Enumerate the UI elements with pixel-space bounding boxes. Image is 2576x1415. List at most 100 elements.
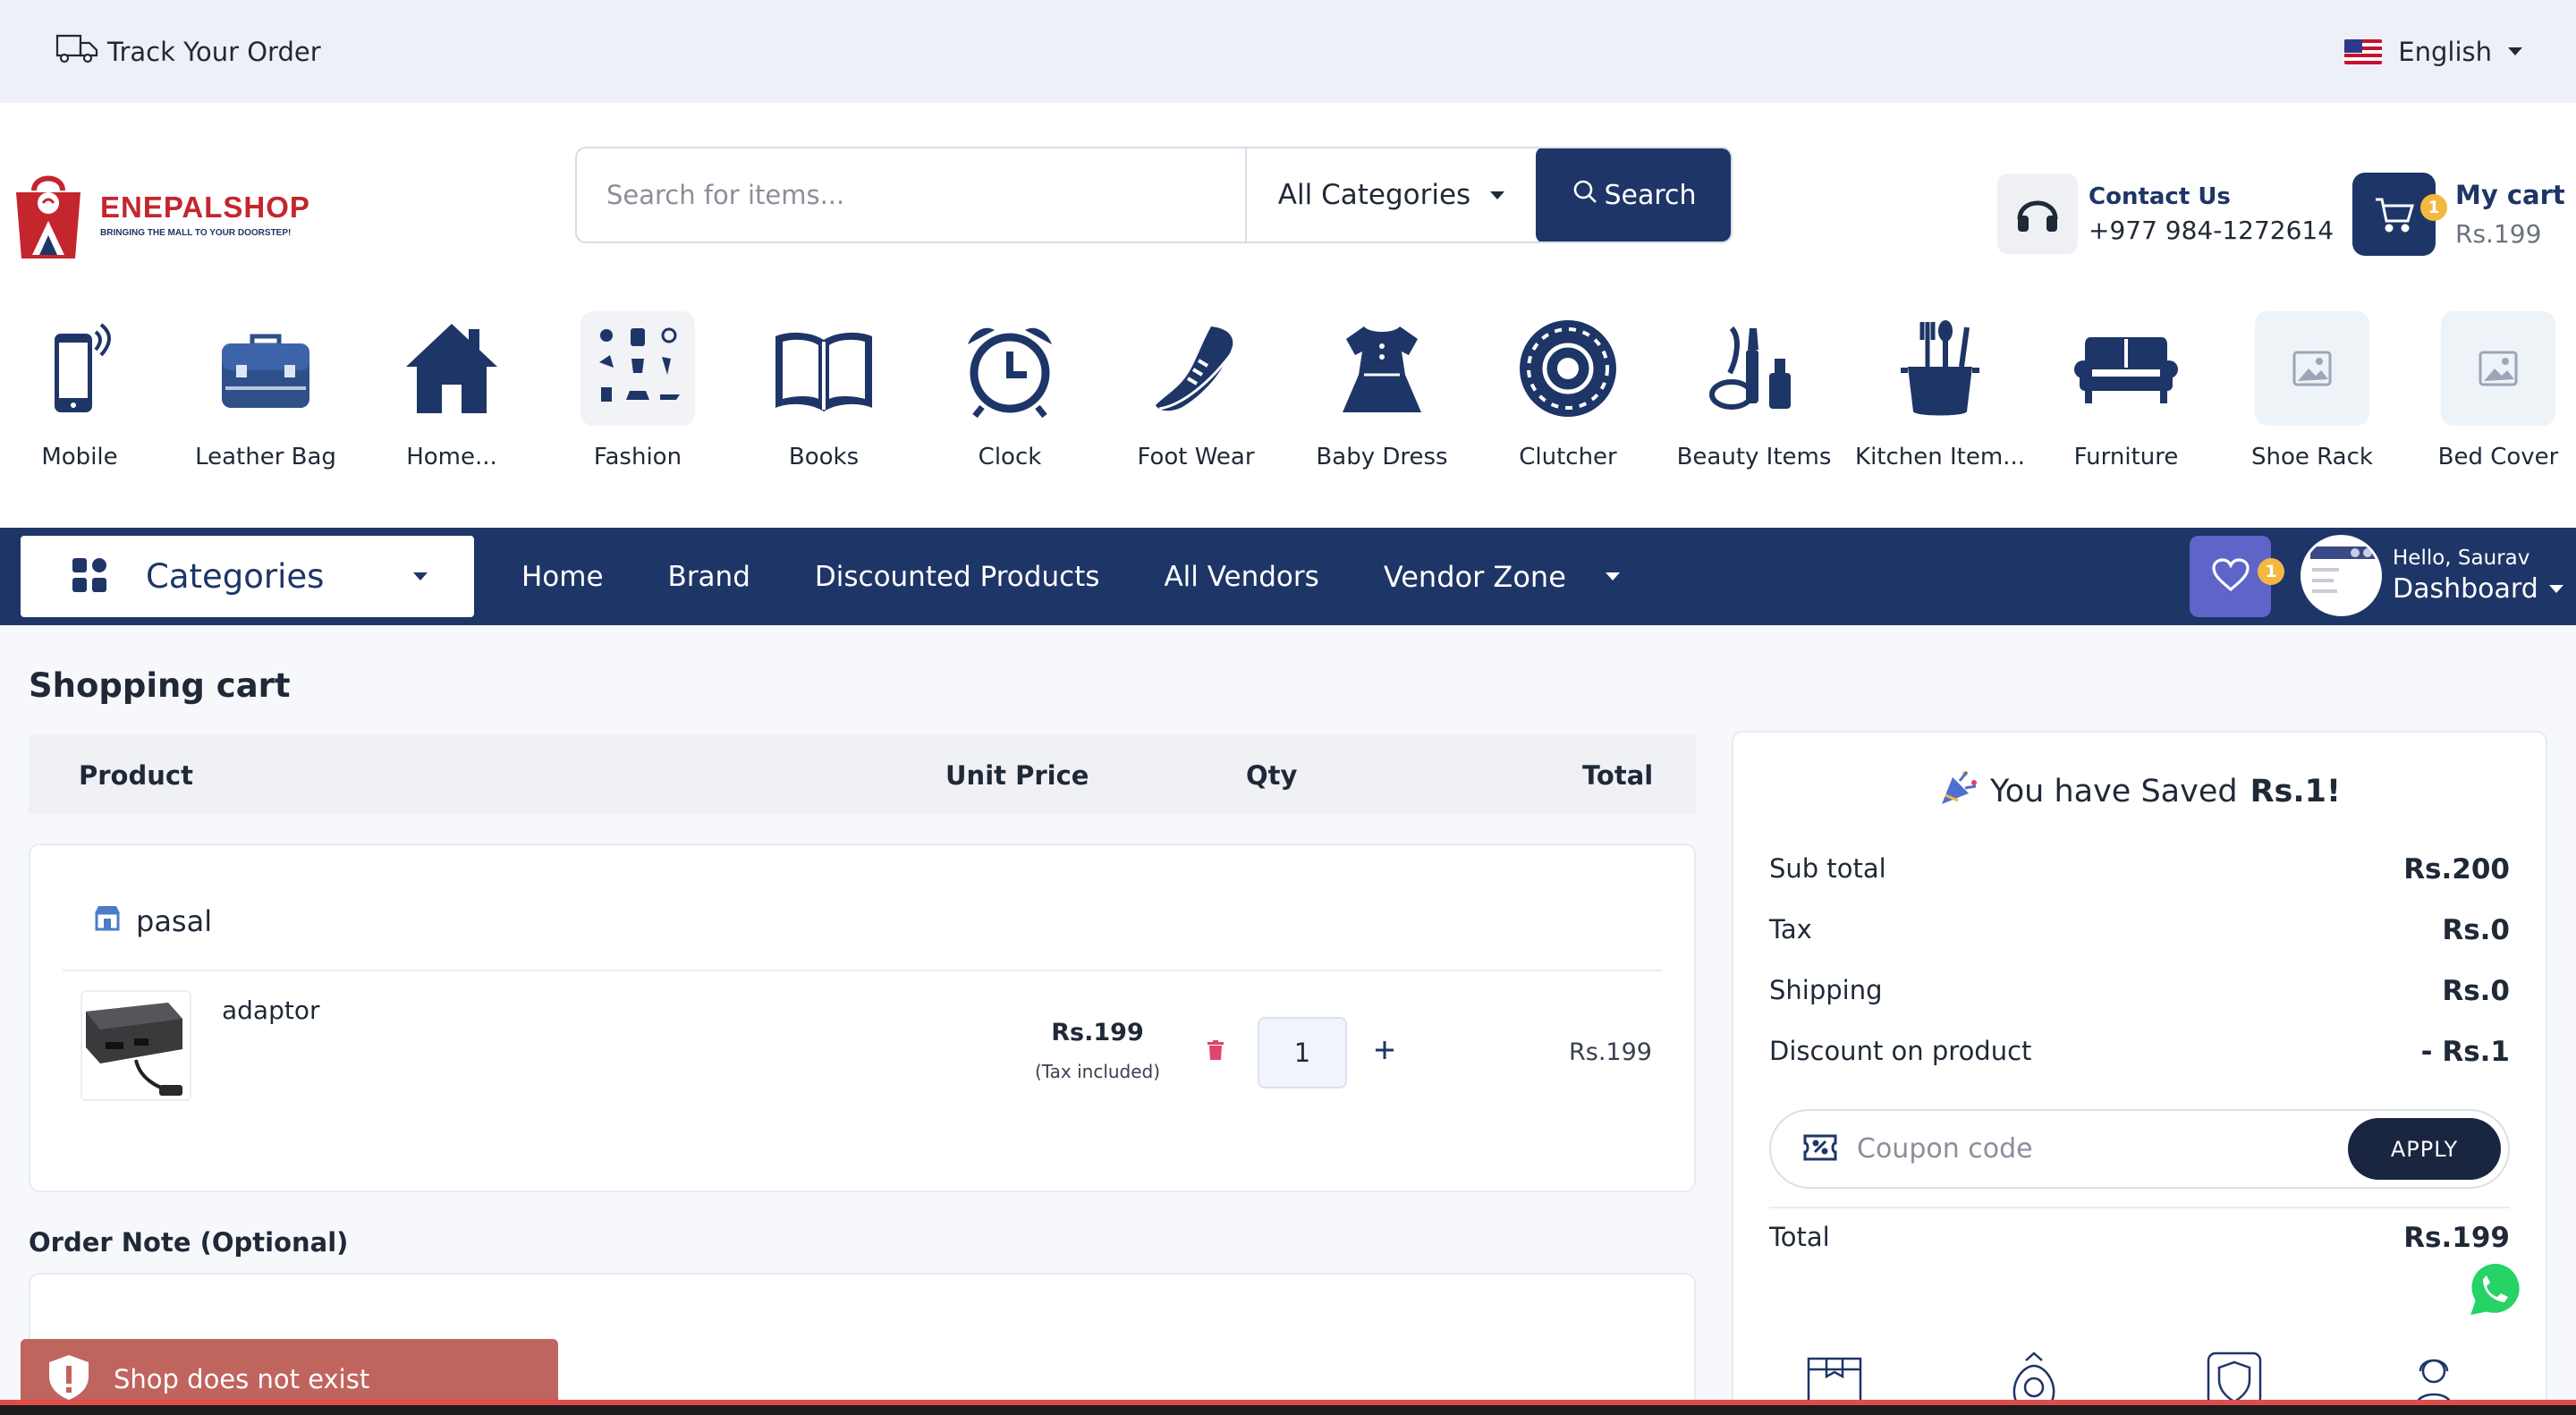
categories-dropdown-button[interactable]: Categories (21, 536, 474, 617)
savings-amount: Rs.1! (2250, 773, 2341, 809)
search-button[interactable]: Search (1536, 148, 1731, 241)
search-input[interactable] (577, 148, 1245, 241)
category-item-home[interactable]: Home... (359, 311, 545, 470)
category-item-fashion[interactable]: Fashion (545, 311, 731, 470)
header: ENEPALSHOP BRINGING THE MALL TO YOUR DOO… (0, 103, 2576, 528)
cart-table-header: Product Unit Price Qty Total (29, 735, 1696, 814)
remove-item-button[interactable] (1208, 1040, 1224, 1063)
book-icon (767, 311, 881, 426)
coupon-input[interactable]: Coupon code (1857, 1133, 2348, 1165)
vendor-zone-dropdown[interactable]: Vendor Zone (1384, 560, 1620, 594)
summary-label: Tax (1769, 914, 1812, 945)
category-label: Home... (406, 444, 497, 470)
whatsapp-chat-button[interactable] (2456, 1254, 2531, 1329)
category-select[interactable]: All Categories (1245, 148, 1536, 241)
wishlist-button[interactable]: 1 (2190, 536, 2284, 617)
summary-row-shipping: Shipping Rs.0 (1769, 975, 2510, 1007)
heart-icon (2211, 557, 2250, 597)
nav-link-home[interactable]: Home (521, 561, 604, 593)
category-label: Leather Bag (195, 444, 336, 470)
search-bar: All Categories Search (575, 147, 1733, 243)
nav-link-brand[interactable]: Brand (668, 561, 750, 593)
page-title: Shopping cart (29, 666, 291, 705)
category-item-shoe-rack[interactable]: Shoe Rack (2219, 311, 2405, 470)
apply-coupon-button[interactable]: APPLY (2348, 1118, 2501, 1180)
category-item-furniture[interactable]: Furniture (2033, 311, 2219, 470)
shield-alert-icon (47, 1353, 90, 1406)
summary-row-total: Total Rs.199 (1769, 1222, 2510, 1254)
product-name[interactable]: adaptor (222, 996, 319, 1025)
kitchen-utensils-icon (1883, 311, 1997, 426)
summary-label: Shipping (1769, 975, 1883, 1005)
category-item-clutcher[interactable]: Clutcher (1475, 311, 1661, 470)
increase-quantity-button[interactable] (1374, 1029, 1395, 1069)
my-cart[interactable]: 1 My cart Rs.199 (2352, 173, 2565, 256)
language-label: English (2398, 36, 2492, 67)
brand-name: ENEPALSHOP (100, 190, 310, 224)
total-label: Total (1769, 1222, 1830, 1252)
track-order-link[interactable]: Track Your Order (54, 30, 321, 72)
contact-us[interactable]: Contact Us +977 984-1272614 (1997, 174, 2334, 254)
quantity-input[interactable]: 1 (1258, 1017, 1347, 1089)
trash-icon (1208, 1040, 1224, 1063)
summary-row-discount: Discount on product - Rs.1 (1769, 1036, 2510, 1068)
category-label: Books (788, 444, 860, 470)
user-dashboard-menu[interactable]: Hello, Saurav Dashboard (2301, 535, 2563, 616)
divider (1769, 1207, 2510, 1208)
nav-link-all-vendors[interactable]: All Vendors (1164, 561, 1318, 593)
user-greeting: Hello, Saurav (2393, 547, 2530, 570)
image-placeholder-icon (2255, 311, 2369, 426)
category-label: Baby Dress (1316, 444, 1448, 470)
category-label: Foot Wear (1137, 444, 1255, 470)
cart-icon: 1 (2352, 173, 2447, 256)
search-button-label: Search (1604, 179, 1697, 211)
column-header-unit-price: Unit Price (945, 760, 1089, 791)
contact-phone: +977 984-1272614 (2089, 215, 2334, 245)
dress-icon (1325, 311, 1439, 426)
category-item-books[interactable]: Books (731, 311, 917, 470)
category-item-beauty-items[interactable]: Beauty Items (1661, 311, 1847, 470)
summary-value: Rs.0 (2442, 975, 2510, 1007)
summary-value: Rs.200 (2403, 853, 2510, 885)
summary-row-tax: Tax Rs.0 (1769, 914, 2510, 946)
image-placeholder-icon (2441, 311, 2555, 426)
headset-icon (1997, 174, 2078, 254)
language-selector[interactable]: English (2344, 37, 2522, 67)
product-image-adaptor[interactable] (80, 990, 191, 1101)
fashion-icon (580, 311, 695, 426)
summary-row-subtotal: Sub total Rs.200 (1769, 853, 2510, 885)
home-icon (394, 311, 509, 426)
clutcher-icon (1511, 311, 1625, 426)
coupon-ticket-icon (1803, 1134, 1837, 1165)
shop-name: pasal (136, 904, 213, 938)
whatsapp-icon (2456, 1252, 2531, 1331)
product-unit-price: Rs.199 (1051, 1019, 1144, 1046)
store-icon (93, 904, 122, 938)
category-label: Kitchen Item... (1855, 444, 2025, 470)
cart-shop-group: pasal adaptor Rs.199 (Tax included) 1 Rs… (29, 843, 1696, 1192)
search-icon (1572, 178, 1598, 212)
category-item-mobile[interactable]: Mobile (0, 311, 173, 470)
us-flag-icon (2344, 38, 2383, 64)
category-item-bed-cover[interactable]: Bed Cover (2405, 311, 2576, 470)
category-item-foot-wear[interactable]: Foot Wear (1103, 311, 1289, 470)
coupon-form: Coupon code APPLY (1769, 1109, 2510, 1189)
caret-down-icon (2548, 585, 2563, 593)
category-item-leather-bag[interactable]: Leather Bag (173, 311, 359, 470)
category-label: Bed Cover (2437, 444, 2559, 470)
category-item-clock[interactable]: Clock (917, 311, 1103, 470)
track-order-label: Track Your Order (107, 36, 321, 67)
party-popper-icon (1938, 768, 1978, 814)
savings-prefix: You have Saved (1990, 773, 2238, 809)
nav-link-discounted-products[interactable]: Discounted Products (815, 561, 1100, 593)
shopping-bag-logo-icon (7, 165, 89, 262)
category-label: Fashion (593, 444, 682, 470)
savings-banner: You have Saved Rs.1! (1733, 768, 2546, 814)
category-item-kitchen-items[interactable]: Kitchen Item... (1847, 311, 2033, 470)
summary-value: - Rs.1 (2420, 1036, 2510, 1068)
shop-link[interactable]: pasal (93, 904, 212, 938)
site-logo[interactable]: ENEPALSHOP BRINGING THE MALL TO YOUR DOO… (7, 165, 310, 262)
category-item-baby-dress[interactable]: Baby Dress (1289, 311, 1475, 470)
item-total: Rs.199 (1569, 1038, 1652, 1066)
vendor-zone-label: Vendor Zone (1383, 559, 1566, 594)
